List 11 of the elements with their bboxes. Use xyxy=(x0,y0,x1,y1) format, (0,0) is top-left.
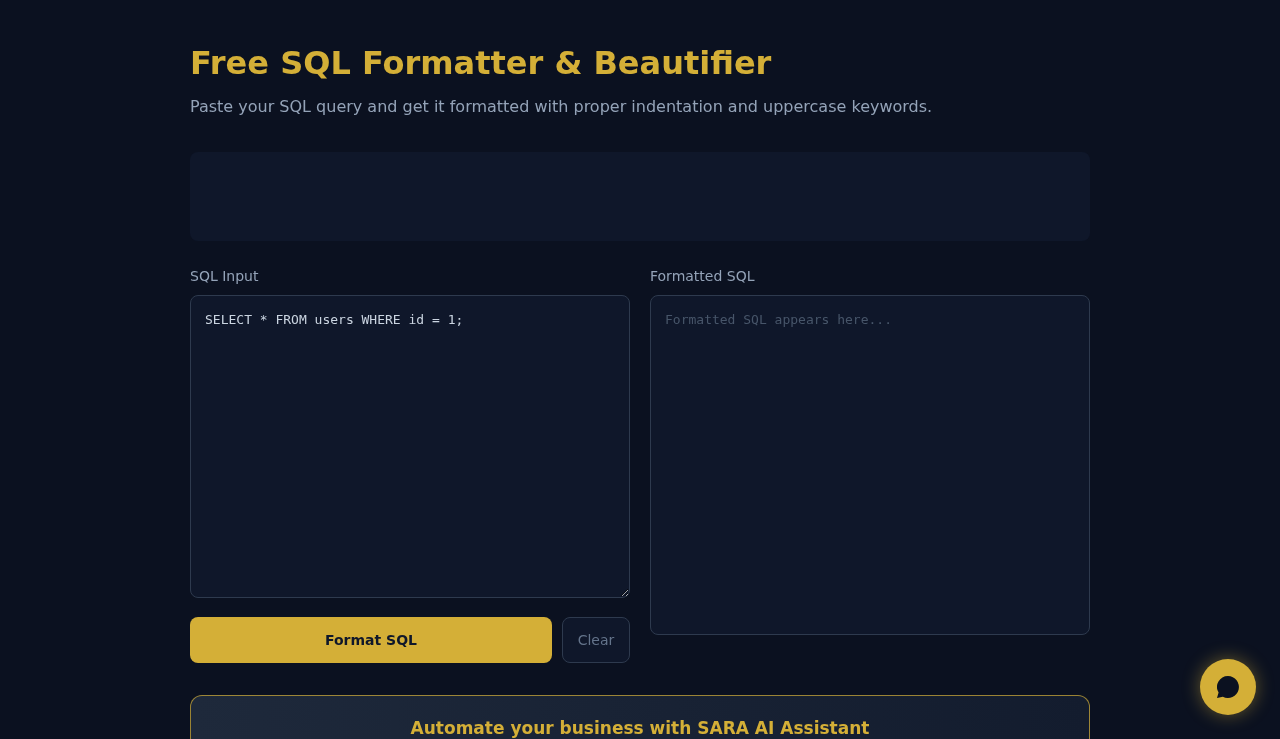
chat-button[interactable] xyxy=(1200,659,1256,715)
field-label: Formatted SQL xyxy=(650,267,755,286)
clear-button[interactable]: Clear xyxy=(562,617,630,663)
sql-input-field[interactable]: SELECT * FROM users WHERE id = 1; xyxy=(190,295,630,598)
chat-bubble-icon xyxy=(1217,676,1239,698)
page-title: Free SQL Formatter & Beautifier xyxy=(190,43,773,83)
page-subtitle: Paste your SQL query and get it formatted with proper indentation and uppercase keywords. xyxy=(190,96,934,118)
field-label: SQL Input xyxy=(190,267,259,286)
format-button[interactable]: Format SQL xyxy=(190,617,552,663)
promo-title: Automate your business with SARA AI Assistant xyxy=(410,717,870,739)
formatted-sql-field[interactable]: Formatted SQL appears here... xyxy=(650,295,1090,635)
